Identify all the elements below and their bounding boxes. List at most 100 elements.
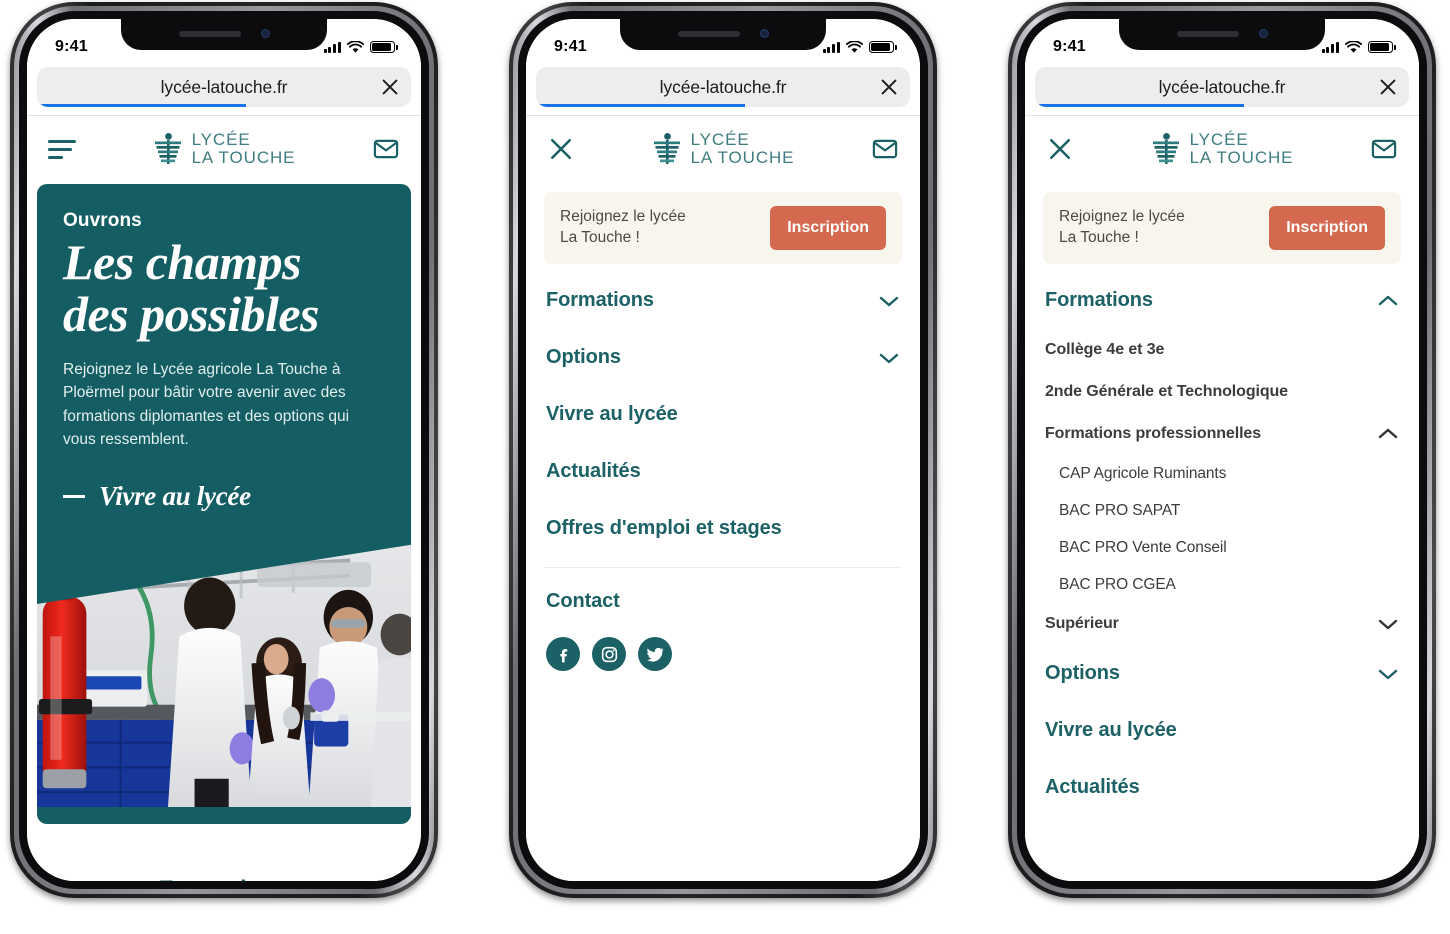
- nav-label: Formations: [546, 289, 654, 311]
- close-menu-icon[interactable]: [546, 134, 576, 164]
- nav-item-offres-emploi[interactable]: Offres d'emploi et stages: [544, 500, 902, 557]
- status-icons: [1321, 40, 1396, 54]
- site-header-1: LYCÉE LA TOUCHE: [27, 116, 421, 182]
- phone-3-screen: 9:41 lycée-latouche.fr LYCÉE LA TOUCHE R…: [1025, 19, 1419, 881]
- url-bar[interactable]: lycée-latouche.fr: [536, 67, 910, 107]
- nav-item-formations[interactable]: Formations: [544, 272, 902, 329]
- close-icon[interactable]: [379, 76, 401, 98]
- nav-item-2nde-generale[interactable]: 2nde Générale et Technologique: [1043, 371, 1401, 413]
- close-icon[interactable]: [878, 76, 900, 98]
- hero-banner: Ouvrons Les champs des possibles Rejoign…: [37, 184, 411, 824]
- hero-title: Les champs des possibles: [63, 236, 385, 340]
- brand-logo[interactable]: LYCÉE LA TOUCHE: [153, 131, 296, 167]
- inscription-button[interactable]: Inscription: [1269, 206, 1385, 250]
- nav-item-bac-pro-sapat[interactable]: BAC PRO SAPAT: [1043, 492, 1401, 529]
- inscription-button[interactable]: Inscription: [770, 206, 886, 250]
- lycee-la-touche-logo-icon: [1152, 133, 1179, 164]
- url-bar[interactable]: lycée-latouche.fr: [1035, 67, 1409, 107]
- notch: [620, 19, 826, 50]
- nav-item-superieur[interactable]: Supérieur: [1043, 603, 1401, 645]
- browser-url-bar-container: lycée-latouche.fr: [1025, 65, 1419, 115]
- nav-label: Collège 4e et 3e: [1045, 341, 1165, 358]
- nav-item-vivre-au-lycee[interactable]: Vivre au lycée: [544, 386, 902, 443]
- nav-item-contact[interactable]: Contact: [544, 572, 902, 623]
- status-time: 9:41: [554, 38, 587, 55]
- social-links: [544, 623, 902, 671]
- url-bar[interactable]: lycée-latouche.fr: [37, 67, 411, 107]
- nav-label: Formations professionnelles: [1045, 425, 1262, 442]
- brand-text: LYCÉE LA TOUCHE: [691, 131, 795, 167]
- close-menu-icon[interactable]: [1045, 134, 1075, 164]
- cta-text: Rejoignez le lycée La Touche !: [1059, 207, 1185, 249]
- status-time: 9:41: [55, 38, 88, 55]
- cta-line-1: Rejoignez le lycée: [560, 208, 686, 226]
- chevron-up-icon[interactable]: [1377, 427, 1399, 441]
- cta-line-1: Rejoignez le lycée: [1059, 208, 1185, 226]
- nav-item-vivre-au-lycee[interactable]: Vivre au lycée: [1043, 702, 1401, 759]
- url-text: lycée-latouche.fr: [659, 76, 787, 97]
- brand-line-2: LA TOUCHE: [690, 148, 795, 167]
- nav-label: Options: [546, 346, 621, 368]
- cta-line-2: La Touche !: [1059, 229, 1139, 246]
- inscription-cta-banner: Rejoignez le lycée La Touche ! Inscripti…: [1043, 192, 1401, 264]
- nav-item-bac-pro-vente-conseil[interactable]: BAC PRO Vente Conseil: [1043, 529, 1401, 566]
- envelope-icon[interactable]: [870, 134, 900, 164]
- brand-line-1: LYCÉE: [1189, 130, 1249, 150]
- nav-item-formations[interactable]: Formations: [1043, 272, 1401, 329]
- envelope-icon[interactable]: [371, 134, 401, 164]
- page-load-progress-bar: [536, 104, 746, 107]
- hero-eyebrow: Ouvrons: [63, 210, 142, 231]
- nav-label: BAC PRO Vente Conseil: [1059, 538, 1227, 556]
- status-icons: [323, 40, 398, 54]
- brand-line-2: LA TOUCHE: [1189, 148, 1294, 167]
- nav-label: BAC PRO SAPAT: [1059, 501, 1181, 519]
- cellular-bars-icon: [323, 41, 341, 53]
- chevron-down-icon[interactable]: [1377, 617, 1399, 631]
- cellular-bars-icon: [1321, 41, 1339, 53]
- nav-item-options[interactable]: Options: [544, 329, 902, 386]
- brand-line-1: LYCÉE: [191, 130, 251, 150]
- instagram-icon[interactable]: [592, 637, 626, 671]
- lycee-la-touche-logo-icon: [154, 133, 181, 164]
- chevron-down-icon[interactable]: [878, 351, 900, 365]
- hero-body-text: Rejoignez le Lycée agricole La Touche à …: [63, 361, 350, 448]
- hero-copy: Ouvrons Les champs des possibles Rejoign…: [37, 184, 411, 512]
- three-phone-mockup: 9:41 lycée-latouche.fr LYCÉE LA TOUCHE O…: [0, 0, 1450, 934]
- twitter-icon[interactable]: [638, 637, 672, 671]
- page-load-progress-bar: [37, 104, 247, 107]
- hamburger-menu-icon[interactable]: [47, 134, 77, 164]
- envelope-icon[interactable]: [1369, 134, 1399, 164]
- phone-1-screen: 9:41 lycée-latouche.fr LYCÉE LA TOUCHE O…: [27, 19, 421, 881]
- nav-item-actualites[interactable]: Actualités: [544, 443, 902, 500]
- homepage-content: Ouvrons Les champs des possibles Rejoign…: [27, 184, 421, 881]
- mobile-menu-expanded: Rejoignez le lycée La Touche ! Inscripti…: [1025, 182, 1419, 881]
- browser-url-bar-container: lycée-latouche.fr: [27, 65, 421, 115]
- nav-label: Options: [1045, 662, 1120, 684]
- nav-item-college-4e-3e[interactable]: Collège 4e et 3e: [1043, 329, 1401, 371]
- nav-label: Formations: [1045, 289, 1153, 311]
- chevron-down-icon[interactable]: [1377, 667, 1399, 681]
- front-camera: [760, 29, 769, 38]
- hero-photo: [37, 494, 411, 824]
- notch: [1119, 19, 1325, 50]
- hero-cta-link[interactable]: Vivre au lycée: [63, 481, 385, 512]
- brand-logo[interactable]: LYCÉE LA TOUCHE: [1151, 131, 1294, 167]
- nav-item-formations-professionnelles[interactable]: Formations professionnelles: [1043, 413, 1401, 455]
- cellular-bars-icon: [822, 41, 840, 53]
- wifi-icon: [1345, 40, 1362, 53]
- chevron-down-icon[interactable]: [878, 294, 900, 308]
- nav-item-options[interactable]: Options: [1043, 645, 1401, 702]
- brand-text: LYCÉE LA TOUCHE: [192, 131, 296, 167]
- facebook-icon[interactable]: [546, 637, 580, 671]
- nav-list: Formations Options Vivre au lycée Actual…: [544, 272, 902, 557]
- nav-item-bac-pro-cgea[interactable]: BAC PRO CGEA: [1043, 566, 1401, 603]
- nav-item-cap-agricole-ruminants[interactable]: CAP Agricole Ruminants: [1043, 455, 1401, 492]
- brand-logo[interactable]: LYCÉE LA TOUCHE: [652, 131, 795, 167]
- brand-line-2: LA TOUCHE: [191, 148, 296, 167]
- earpiece-speaker: [1177, 31, 1239, 37]
- nav-item-actualites[interactable]: Actualités: [1043, 759, 1401, 816]
- front-camera: [1259, 29, 1268, 38]
- nav-list-expanded: Formations Collège 4e et 3e 2nde Général…: [1043, 272, 1401, 816]
- close-icon[interactable]: [1377, 76, 1399, 98]
- chevron-up-icon[interactable]: [1377, 294, 1399, 308]
